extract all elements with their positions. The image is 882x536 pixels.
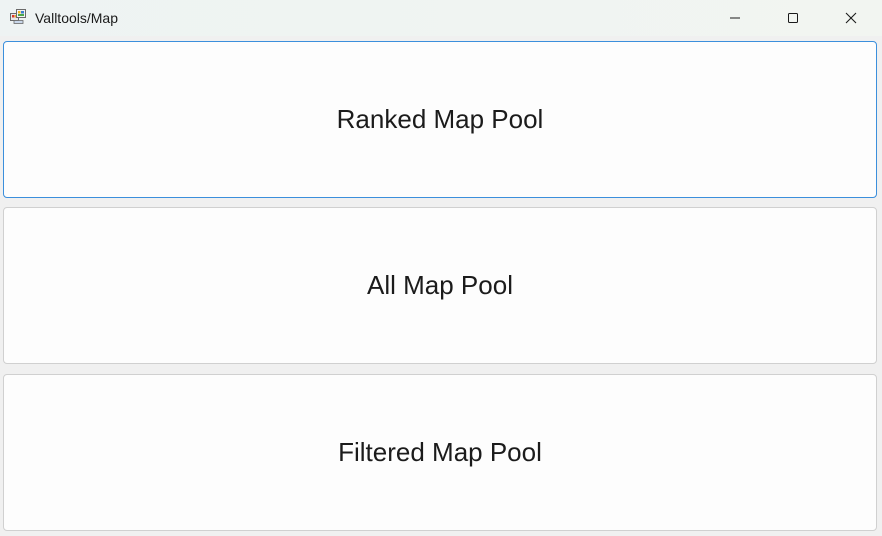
maximize-icon — [787, 12, 799, 24]
close-icon — [845, 12, 857, 24]
app-window-icon — [10, 9, 27, 24]
minimize-button[interactable] — [706, 0, 764, 36]
button-label: Filtered Map Pool — [338, 437, 542, 467]
minimize-icon — [729, 12, 741, 24]
client-area: Ranked Map Pool All Map Pool Filtered Ma… — [0, 36, 882, 536]
filtered-map-pool-button[interactable]: Filtered Map Pool — [3, 374, 877, 531]
close-button[interactable] — [822, 0, 880, 36]
button-label: All Map Pool — [367, 270, 513, 300]
maximize-button[interactable] — [764, 0, 822, 36]
button-label: Ranked Map Pool — [336, 104, 544, 134]
window-title: Valltools/Map — [35, 10, 119, 26]
all-map-pool-button[interactable]: All Map Pool — [3, 207, 877, 364]
ranked-map-pool-button[interactable]: Ranked Map Pool — [3, 41, 877, 198]
title-bar[interactable]: Valltools/Map — [0, 0, 882, 36]
app-window: Valltools/Map Ranked Map Pool All Map Po… — [0, 0, 882, 536]
